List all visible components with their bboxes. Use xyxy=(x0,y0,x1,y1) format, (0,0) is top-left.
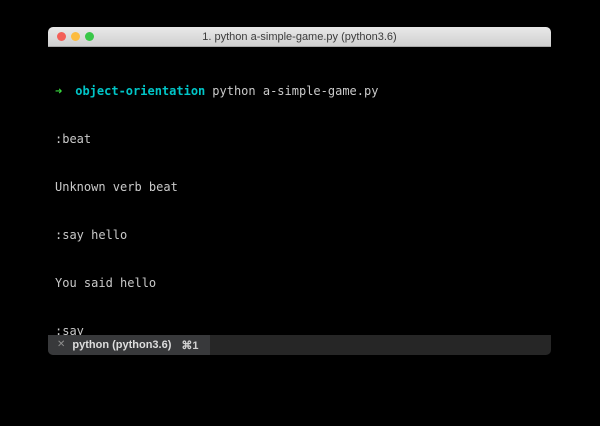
prompt-directory: object-orientation xyxy=(75,84,206,98)
zoom-window-button[interactable] xyxy=(85,32,94,41)
terminal-line: :say hello xyxy=(55,228,128,242)
prompt-arrow-icon: ➜ xyxy=(55,84,63,98)
tab-shortcut: ⌘1 xyxy=(181,339,199,352)
window-title: 1. python a-simple-game.py (python3.6) xyxy=(202,30,397,43)
minimize-window-button[interactable] xyxy=(71,32,80,41)
terminal-screen[interactable]: ➜ object-orientation python a-simple-game.… xyxy=(48,47,551,335)
title-bar[interactable]: 1. python a-simple-game.py (python3.6) xyxy=(48,27,551,47)
terminal-line: :beat xyxy=(55,132,92,146)
close-window-button[interactable] xyxy=(57,32,66,41)
tab-label: python (python3.6) xyxy=(72,339,172,351)
prompt-command: python a-simple-game.py xyxy=(212,84,379,98)
tab-python[interactable]: ✕ python (python3.6) ⌘1 xyxy=(48,335,210,355)
prompt-line: ➜ object-orientation python a-simple-game.… xyxy=(55,83,544,99)
traffic-lights xyxy=(57,27,94,46)
tab-close-icon[interactable]: ✕ xyxy=(57,340,65,350)
terminal-window: 1. python a-simple-game.py (python3.6) ➜… xyxy=(48,27,551,355)
terminal-line: You said hello xyxy=(55,276,157,290)
terminal-line: :say xyxy=(55,324,84,335)
terminal-line: Unknown verb beat xyxy=(55,180,178,194)
tab-bar: ✕ python (python3.6) ⌘1 xyxy=(48,335,551,355)
